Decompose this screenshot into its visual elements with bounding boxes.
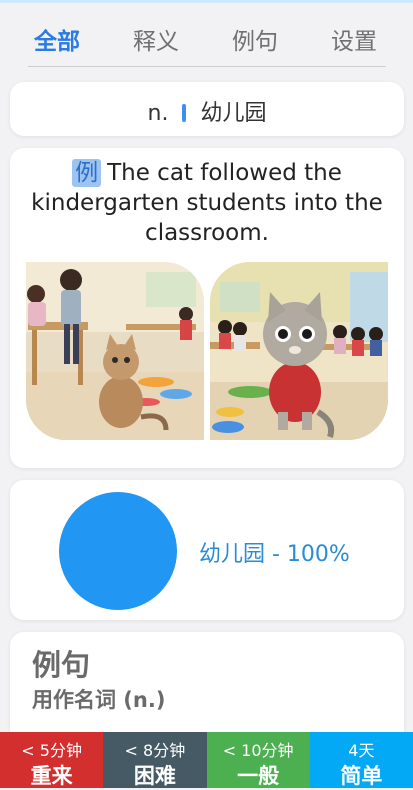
usage-subtitle: 用作名词 (n.) [32,688,166,712]
again-label: 重来 [30,764,73,788]
good-button[interactable]: < 10分钟 一般 [206,732,310,788]
review-button-bar: < 5分钟 重来 < 8分钟 困难 < 10分钟 一般 4天 简单 [0,732,413,788]
example-tag: 例 [72,159,102,187]
tab-definition[interactable]: 释义 [133,22,179,56]
good-interval: < 10分钟 [222,741,294,760]
easy-interval: 4天 [348,741,375,760]
definition-card: n. 幼儿园 [10,82,404,136]
again-button[interactable]: < 5分钟 重来 [0,732,104,788]
definition-line: n. 幼儿园 [10,95,404,127]
example-sentence-block: 例 The cat followed the kindergarten stude… [30,158,384,248]
tab-settings[interactable]: 设置 [331,22,377,56]
tab-bar: 全部 释义 例句 设置 [0,22,413,62]
hard-label: 困难 [133,764,176,788]
hard-button[interactable]: < 8分钟 困难 [103,732,207,788]
meaning-distribution-card: 幼儿园 - 100% [10,480,404,620]
definition-meaning: 幼儿园 [200,101,267,126]
easy-label: 简单 [340,764,383,788]
usage-title: 例句 [32,648,91,682]
again-interval: < 5分钟 [21,741,82,760]
tab-divider [28,66,386,67]
part-of-speech: n. [147,101,169,126]
tab-all[interactable]: 全部 [34,22,80,56]
good-label: 一般 [237,764,280,788]
pie-legend-label: 幼儿园 - 100% [199,542,350,567]
top-accent-line [0,0,413,3]
tab-examples[interactable]: 例句 [232,22,278,56]
easy-button[interactable]: 4天 简单 [309,732,413,788]
example-card: 例 The cat followed the kindergarten stude… [10,148,404,468]
pie-slice-kindergarten [59,492,177,610]
cartoon-cat-classroom-photo [210,262,388,440]
classroom-cat-photo [26,262,204,440]
hard-interval: < 8分钟 [124,741,186,760]
separator-bar [182,104,187,122]
